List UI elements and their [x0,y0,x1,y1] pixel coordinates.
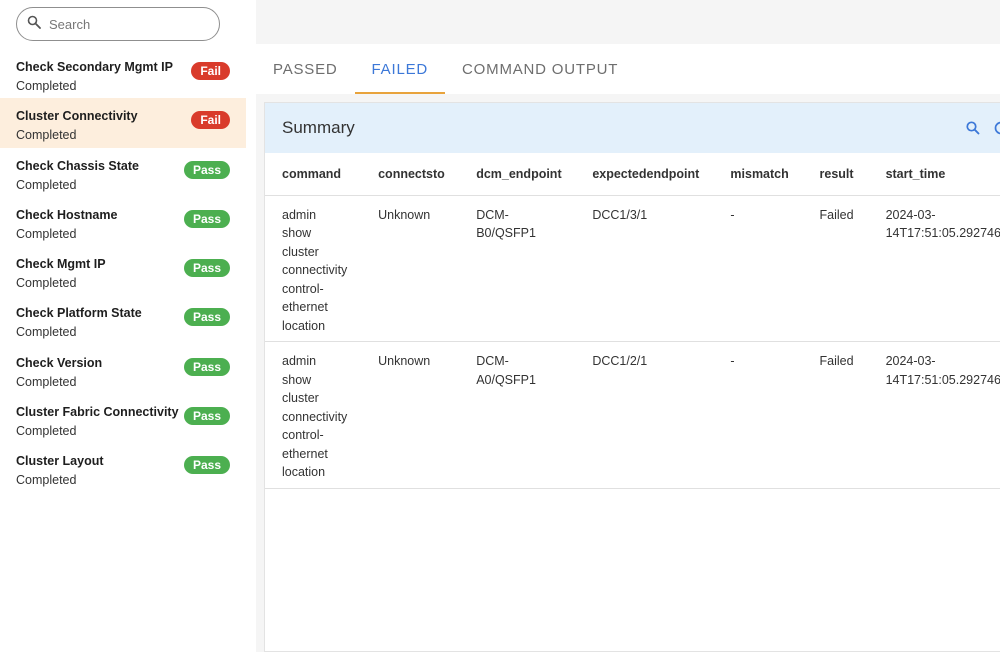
cell-dcm-endpoint: DCM- B0/QSFP1 [459,195,576,342]
summary-table-wrapper: command connectsto dcm_endpoint expectedend… [265,153,1000,489]
cell-line: B0/QSFP1 [476,226,536,240]
check-status: Completed [16,424,77,439]
tab-passed[interactable]: PASSED [256,44,355,94]
cell-line: DCM- [476,354,509,368]
check-item[interactable]: Check Version Completed Pass [0,345,246,394]
search-icon [27,15,41,34]
column-header-start-time[interactable]: start_time [868,153,1000,196]
check-item[interactable]: Check Platform State Completed Pass [0,295,246,344]
tab-failed[interactable]: FAILED [354,44,446,94]
check-status: Completed [16,473,77,488]
cell-line: admin [282,354,317,368]
status-badge: Pass [183,357,230,376]
status-badge: Pass [183,259,230,278]
cell-line: DCM- [476,207,509,222]
cell-start-time: 2024-03- 14T17:51:05.292746 [868,341,1000,489]
cell-mismatch: - [713,341,803,489]
cell-connectsto: Unknown [361,195,460,342]
cell-command: admin show cluster connectivity control-ethe… [265,341,362,489]
cell-line: control- [282,281,324,296]
cell-line: location [282,318,326,333]
status-badge: Pass [183,308,230,327]
search-box[interactable] [16,7,220,41]
check-status: Completed [16,226,77,241]
status-badge: Fail [191,111,230,130]
status-badge: Pass [183,160,230,179]
status-badge: Pass [183,456,230,475]
cell-result: Failed [802,195,869,342]
status-badge: Pass [183,407,230,426]
cell-line: 2024-03- [885,207,936,222]
check-item[interactable]: Cluster Layout Completed Pass [0,443,246,492]
cell-line: show [282,226,312,240]
column-header-connectsto[interactable]: connectsto [361,153,460,196]
check-item[interactable]: Check Hostname Completed Pass [0,197,246,246]
cell-connectsto: Unknown [361,341,460,489]
check-status: Completed [16,177,77,192]
sidebar: Check Secondary Mgmt IPCompletedFailClus… [0,0,246,652]
column-header-dcm-endpoint[interactable]: dcm_endpoint [459,153,576,196]
cell-line: connectivity [282,263,348,277]
check-status: Completed [16,374,77,389]
cell-line: 14T17:51:05.292746 [885,226,1000,240]
table-row: admin show cluster connectivity control-ethe… [265,195,1000,342]
status-badge: Pass [183,209,230,228]
top-bar [256,0,1000,44]
cell-expectedendpoint: DCC1/3/1 [575,195,714,342]
search-icon[interactable] [965,120,981,136]
cell-line: 2024-03- [885,354,936,368]
cell-line: cluster [282,391,319,405]
table-header-row: command connectsto dcm_endpoint expectedend… [265,153,1000,196]
table-row: admin show cluster connectivity control-ethe… [265,341,1000,489]
cell-mismatch: - [713,195,803,342]
search-input[interactable] [49,16,199,32]
check-status: Completed [16,325,77,340]
column-header-command[interactable]: command [265,153,362,196]
cell-line: cluster [282,244,319,259]
check-item[interactable]: Cluster Connectivity Completed Fail [0,98,246,148]
check-status: Completed [16,128,77,143]
column-header-result[interactable]: result [802,153,869,196]
summary-header: Summary [265,103,1000,153]
summary-table: command connectsto dcm_endpoint expectedend… [265,153,1000,489]
cell-line: connectivity [282,409,348,424]
cell-line: show [282,372,312,387]
check-item[interactable]: Check Secondary Mgmt IP Completed Fail [0,49,246,98]
cell-expectedendpoint: DCC1/2/1 [575,341,714,489]
cell-line: location [282,465,326,479]
summary-panel: Summary command connectsto dcm_endpoint exp… [264,102,1000,652]
cell-dcm-endpoint: DCM- A0/QSFP1 [459,341,576,489]
tab-command-output[interactable]: COMMAND OUTPUT [445,44,635,94]
table-body: admin show cluster connectivity control-ethe… [265,195,1000,489]
check-item[interactable]: Check Chassis State Completed Pass [0,148,246,197]
refresh-icon[interactable] [993,120,1000,136]
cell-line: 14T17:51:05.292746 [885,372,1000,387]
cell-start-time: 2024-03- 14T17:51:05.292746 [868,195,1000,342]
status-badge: Fail [191,62,230,80]
cell-line: A0/QSFP1 [476,372,536,387]
summary-title: Summary [282,118,355,137]
cell-line: admin [282,207,317,222]
column-header-mismatch[interactable]: mismatch [713,153,803,196]
cell-command: admin show cluster connectivity control-ethe… [265,195,362,342]
check-item[interactable]: Check Mgmt IP Completed Pass [0,246,246,295]
cell-line: ethernet [282,446,328,461]
check-status: Completed [16,276,77,291]
check-status: Completed [16,79,77,93]
check-list: Check Secondary Mgmt IP Completed Fail Clus… [0,49,246,493]
cell-line: ethernet [282,300,328,314]
cell-line: control- [282,428,324,442]
cell-result: Failed [802,341,869,489]
result-tabs: PASSED FAILED COMMAND OUTPUT [256,44,1000,94]
check-item[interactable]: Cluster Fabric Connectivity Completed Pass [0,394,246,443]
column-header-expectedendpoint[interactable]: expectedendpoint [575,153,714,196]
